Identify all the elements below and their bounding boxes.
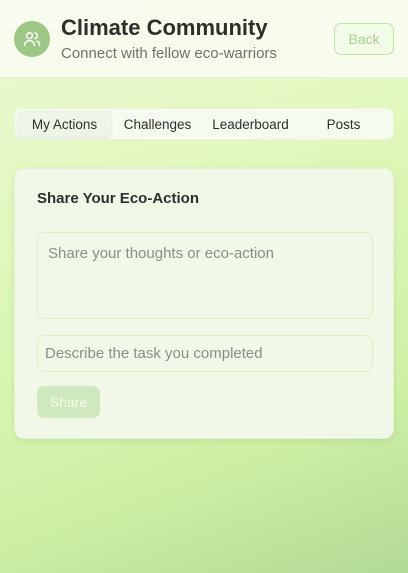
users-icon xyxy=(14,21,50,57)
card-title: Share Your Eco-Action xyxy=(37,190,199,207)
tab-leaderboard[interactable]: Leaderboard xyxy=(204,111,297,137)
task-input[interactable] xyxy=(37,335,373,372)
back-button[interactable]: Back xyxy=(334,23,394,55)
thoughts-textarea[interactable] xyxy=(37,232,373,319)
page-subtitle: Connect with fellow eco-warriors xyxy=(61,45,277,62)
tab-my-actions[interactable]: My Actions xyxy=(18,111,111,137)
share-button[interactable]: Share xyxy=(37,386,100,418)
app-header: Climate Community Connect with fellow ec… xyxy=(0,0,408,78)
page-title: Climate Community xyxy=(61,15,268,40)
tab-challenges[interactable]: Challenges xyxy=(111,111,204,137)
share-eco-action-card: Share Your Eco-Action Share xyxy=(14,168,394,439)
tab-bar: My Actions Challenges Leaderboard Posts xyxy=(14,108,394,140)
tab-posts[interactable]: Posts xyxy=(297,111,390,137)
